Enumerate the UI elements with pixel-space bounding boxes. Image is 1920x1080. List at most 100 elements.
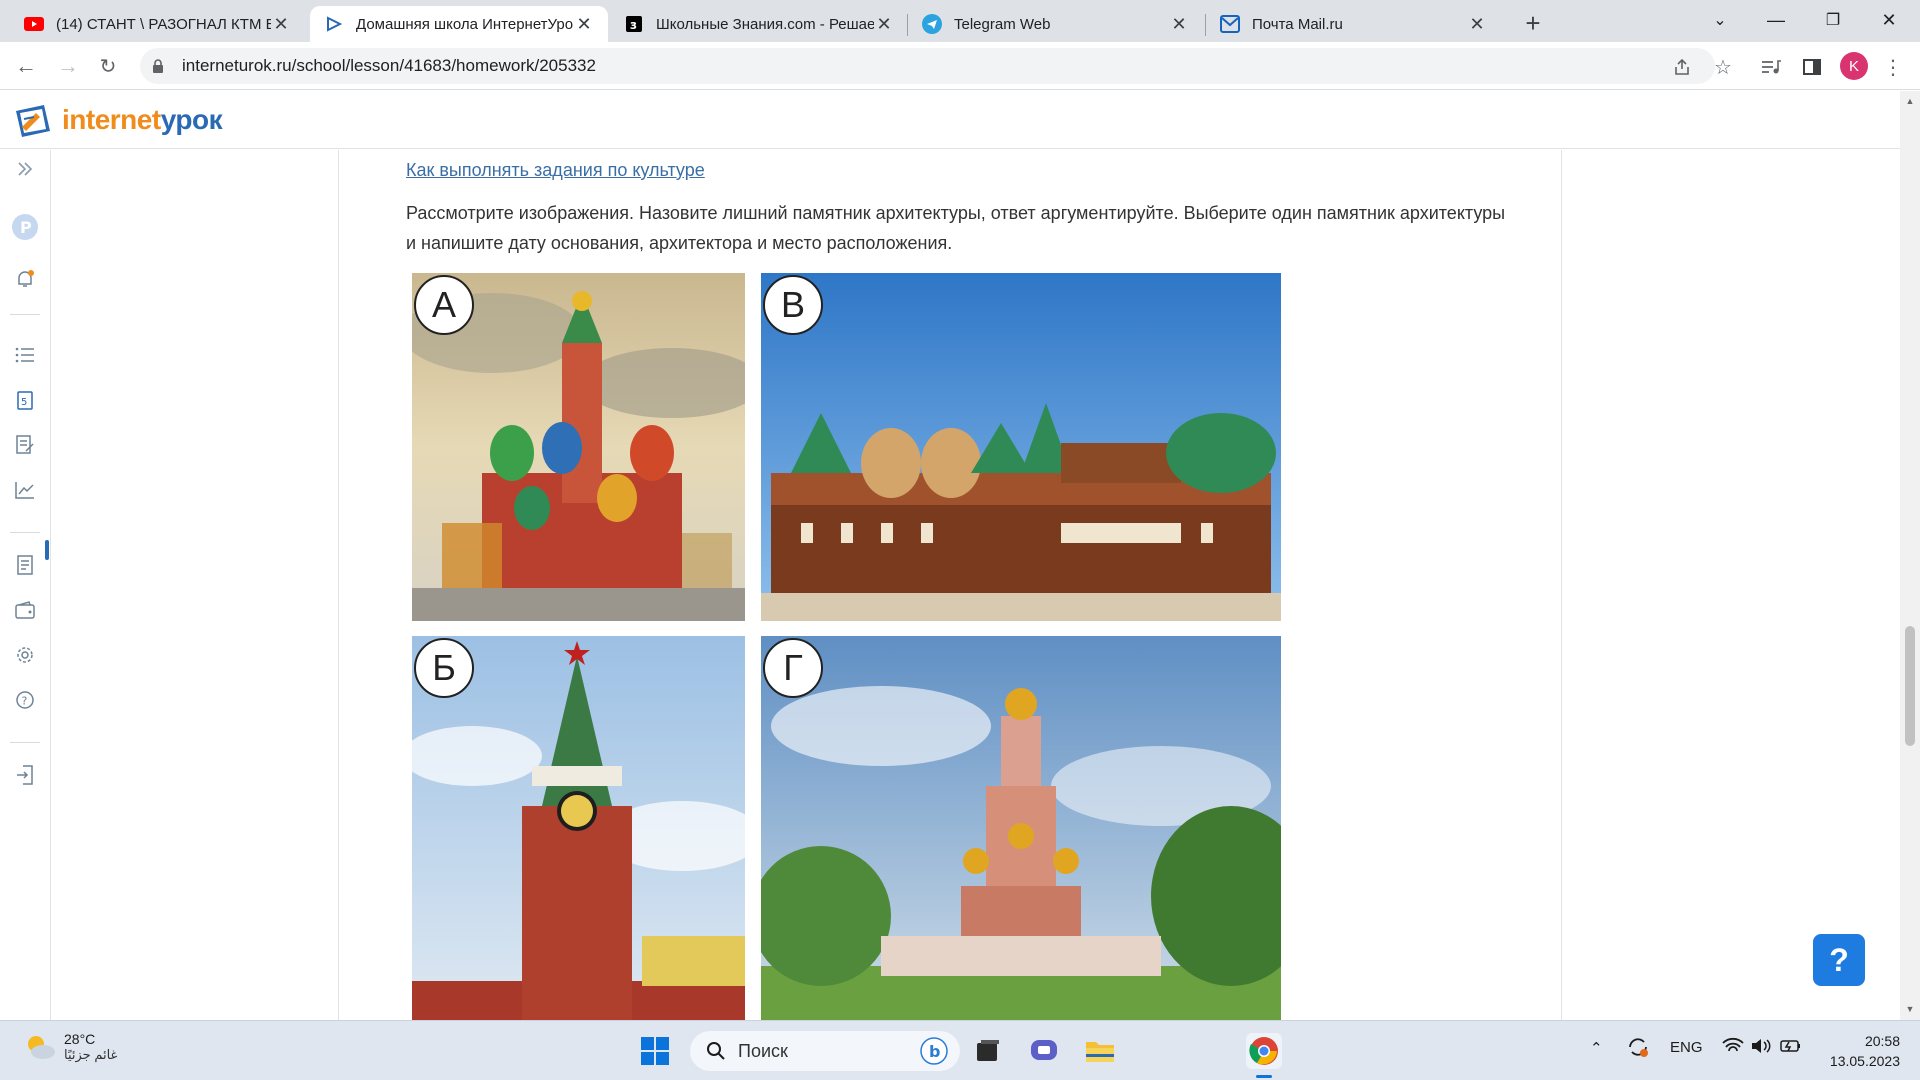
search-placeholder: Поиск (738, 1040, 788, 1061)
tab-title: (14) СТАНТ \ РАЗОГНАЛ КТМ ЕХ (56, 15, 271, 33)
side-panel-icon[interactable] (1801, 56, 1823, 78)
logo-text-urok: урок (160, 104, 223, 135)
battery-icon[interactable] (1780, 1038, 1802, 1058)
homework-icon[interactable]: 5 (12, 387, 38, 413)
windows-taskbar: 28°C غائم جزئيًا Поиск b ⌃ ENG 20:58 13.… (0, 1020, 1920, 1080)
close-tab-icon[interactable]: ✕ (1467, 14, 1487, 34)
input-language[interactable]: ENG (1670, 1039, 1703, 1056)
file-explorer-icon[interactable] (1082, 1033, 1118, 1069)
tab-youtube[interactable]: (14) СТАНТ \ РАЗОГНАЛ КТМ ЕХ ✕ (10, 6, 305, 42)
site-logo[interactable]: internetурок (14, 101, 223, 139)
documents-icon[interactable] (12, 552, 38, 578)
forward-button[interactable]: → (52, 50, 84, 82)
tab-telegram[interactable]: Telegram Web ✕ (908, 6, 1203, 42)
new-tab-button[interactable]: + (1518, 8, 1548, 38)
progress-chart-icon[interactable] (12, 477, 38, 503)
profile-avatar[interactable]: K (1840, 52, 1868, 80)
tab-strip: (14) СТАНТ \ РАЗОГНАЛ КТМ ЕХ ✕ Домашняя … (0, 0, 1920, 42)
image-label-g: Г (763, 638, 823, 698)
reload-button[interactable]: ↻ (92, 50, 124, 82)
image-g-church-of-intercession-fili: Г (761, 636, 1281, 1020)
svg-text:P: P (20, 218, 32, 237)
tab-title: Домашняя школа ИнтернетУро (356, 15, 574, 33)
scroll-up-arrow-icon[interactable]: ▲ (1904, 95, 1916, 107)
taskbar-search[interactable]: Поиск b (690, 1031, 960, 1071)
weather-widget[interactable]: 28°C غائم جزئيًا (24, 1031, 117, 1063)
help-circle-icon[interactable]: ? (12, 687, 38, 713)
mail-icon (1220, 14, 1240, 34)
youtube-icon (24, 14, 44, 34)
list-icon[interactable] (12, 342, 38, 368)
help-button[interactable]: ? (1813, 934, 1865, 986)
culture-tasks-link[interactable]: Как выполнять задания по культуре (406, 160, 705, 181)
volume-icon[interactable] (1750, 1037, 1772, 1059)
close-window-button[interactable]: ✕ (1862, 0, 1916, 40)
show-hidden-icons-chevron-icon[interactable]: ⌃ (1590, 1039, 1603, 1057)
bookmark-star-icon[interactable]: ☆ (1712, 56, 1734, 79)
image-a-st-basils-cathedral: А (412, 273, 745, 621)
start-button-windows-icon[interactable] (637, 1033, 673, 1069)
active-indicator (45, 540, 49, 560)
system-clock[interactable]: 20:58 13.05.2023 (1810, 1031, 1900, 1071)
browser-toolbar: ← → ↻ interneturok.ru/school/lesson/4168… (0, 42, 1920, 90)
znania-icon: з (624, 14, 644, 34)
tab-mail[interactable]: Почта Mail.ru ✕ (1206, 6, 1501, 42)
partly-cloudy-icon (28, 1036, 55, 1059)
weather-temperature: 28°C (64, 1031, 96, 1047)
restore-button[interactable]: ❐ (1806, 0, 1860, 40)
profile-icon[interactable]: P (12, 214, 38, 240)
left-sidebar: P 5 ? (0, 150, 51, 1020)
tab-title: Школьные Знания.com - Решае (656, 15, 874, 33)
svg-text:?: ? (22, 695, 28, 708)
interneturok-icon (324, 14, 344, 34)
search-icon (707, 1042, 725, 1060)
minimize-button[interactable]: — (1749, 0, 1803, 40)
image-label-b: Б (414, 638, 474, 698)
expand-sidebar-icon[interactable] (12, 156, 38, 182)
sync-icon[interactable] (1626, 1035, 1650, 1063)
lock-icon (152, 59, 166, 73)
image-label-a: А (414, 275, 474, 335)
bing-icon: b (920, 1037, 948, 1065)
weather-description: غائم جزئيًا (64, 1047, 118, 1062)
back-button[interactable]: ← (10, 50, 42, 82)
tab-search-icon[interactable]: ⌄ (1693, 0, 1747, 40)
svg-text:b: b (929, 1042, 940, 1061)
tab-title: Telegram Web (954, 15, 1051, 33)
close-tab-icon[interactable]: ✕ (1169, 14, 1189, 34)
logo-text-internet: internet (62, 104, 161, 135)
address-bar[interactable]: interneturok.ru/school/lesson/41683/home… (140, 48, 1715, 84)
notes-icon[interactable] (12, 432, 38, 458)
menu-dots-icon[interactable]: ⋮ (1882, 56, 1904, 79)
svg-text:5: 5 (21, 397, 27, 408)
close-tab-icon[interactable]: ✕ (574, 14, 594, 34)
media-control-icon[interactable] (1760, 56, 1782, 78)
tab-znania[interactable]: з Школьные Знания.com - Решае ✕ (610, 6, 908, 42)
notifications-bell-icon[interactable] (12, 266, 38, 292)
lesson-card: Как выполнять задания по культуре Рассмо… (338, 150, 1562, 1020)
url-text: interneturok.ru/school/lesson/41683/home… (182, 56, 596, 75)
tab-title: Почта Mail.ru (1252, 15, 1343, 33)
telegram-icon (922, 14, 942, 34)
image-v-kolomenskoye-palace: В (761, 273, 1281, 621)
teams-chat-icon[interactable] (1026, 1033, 1062, 1069)
share-icon[interactable] (1671, 56, 1693, 78)
scroll-thumb[interactable] (1905, 626, 1915, 746)
chrome-icon[interactable] (1246, 1033, 1282, 1069)
wallet-icon[interactable] (12, 597, 38, 623)
close-tab-icon[interactable]: ✕ (271, 14, 291, 34)
task-line-1: Рассмотрите изображения. Назовите лишний… (406, 203, 1506, 223)
clock-time: 20:58 (1864, 1033, 1900, 1049)
svg-text:з: з (630, 18, 637, 32)
page-scrollbar[interactable]: ▲ ▼ (1900, 91, 1920, 1020)
close-tab-icon[interactable]: ✕ (874, 14, 894, 34)
settings-gear-icon[interactable] (12, 642, 38, 668)
scroll-down-arrow-icon[interactable]: ▼ (1904, 1003, 1916, 1015)
logout-icon[interactable] (12, 762, 38, 788)
task-description: Рассмотрите изображения. Назовите лишний… (406, 198, 1506, 258)
wifi-icon[interactable] (1722, 1037, 1744, 1059)
tab-interneturok[interactable]: Домашняя школа ИнтернетУро ✕ (310, 6, 608, 42)
task-view-icon[interactable] (970, 1033, 1006, 1069)
logo-icon (16, 105, 50, 137)
clock-date: 13.05.2023 (1829, 1053, 1900, 1069)
